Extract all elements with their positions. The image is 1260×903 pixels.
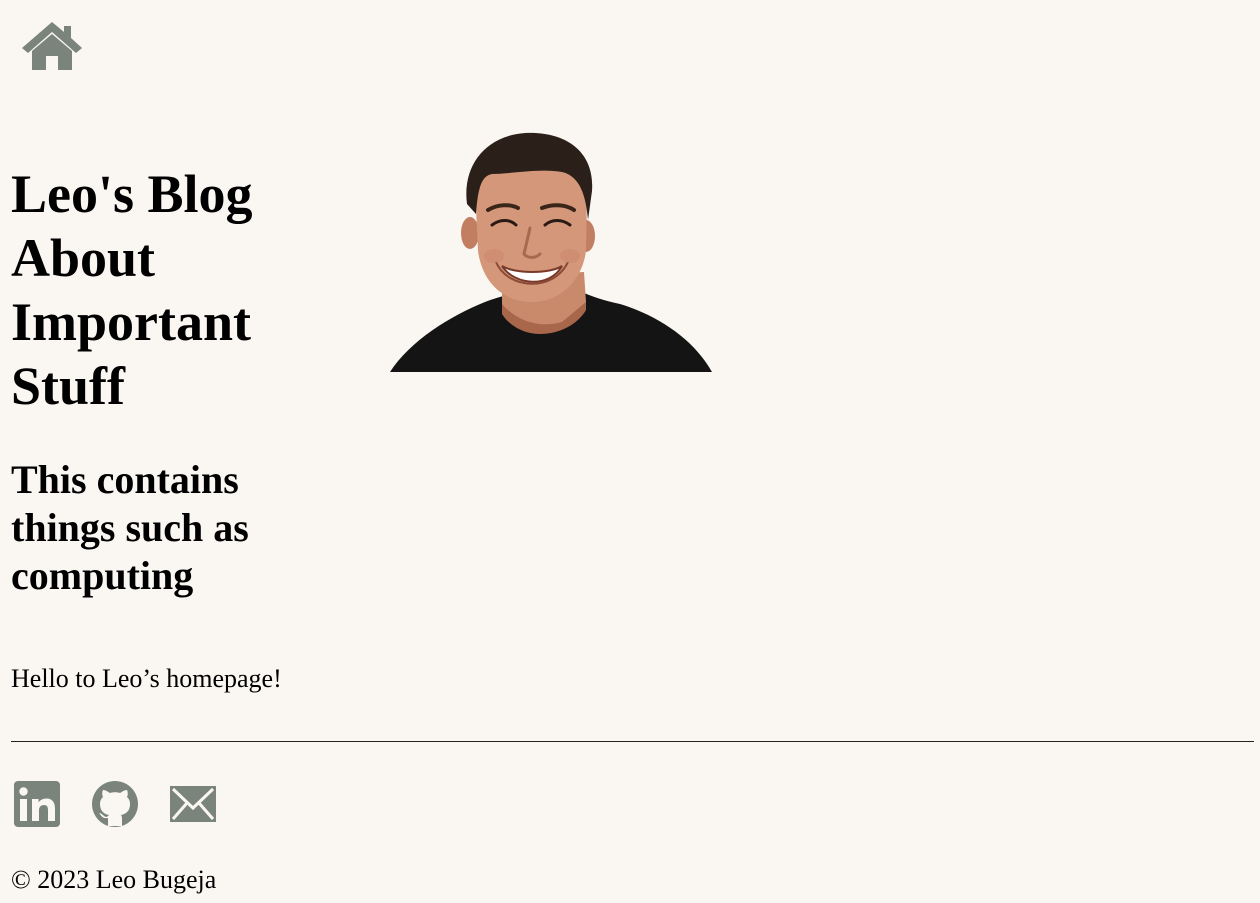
site-subtitle: This contains things such as computing: [11, 457, 249, 598]
site-title: Leo's Blog About Important Stuff: [11, 164, 253, 416]
home-icon: [22, 22, 82, 70]
email-link[interactable]: [169, 780, 217, 828]
footer-divider: [11, 741, 1254, 742]
mail-icon: [170, 786, 216, 822]
linkedin-icon: [14, 781, 60, 827]
page: Leo's Blog About Important Stuff This co…: [0, 0, 1260, 903]
home-link[interactable]: [20, 20, 84, 72]
portrait-photo: [390, 126, 712, 372]
social-links: [13, 780, 217, 828]
portrait-illustration: [390, 126, 712, 372]
github-link[interactable]: [91, 780, 139, 828]
linkedin-link[interactable]: [13, 780, 61, 828]
github-icon: [92, 781, 138, 827]
intro-text: Hello to Leo’s homepage!: [11, 664, 282, 693]
copyright: © 2023 Leo Bugeja: [11, 865, 217, 894]
